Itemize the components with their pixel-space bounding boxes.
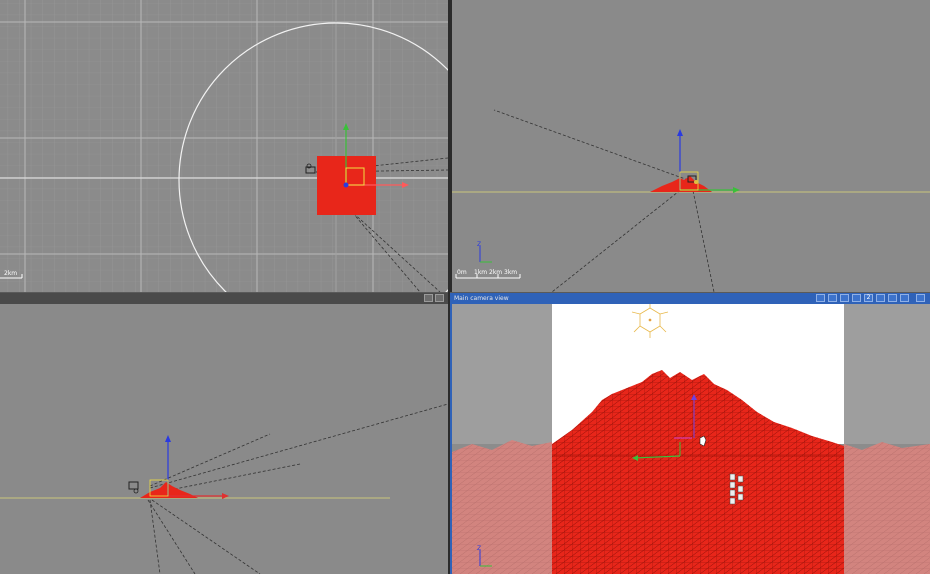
pin-icon[interactable] <box>916 294 925 302</box>
camera-frustum <box>147 403 448 574</box>
svg-text:Z: Z <box>477 545 481 552</box>
camera-view-title: Main camera view <box>454 295 509 302</box>
view-mode-icon[interactable] <box>816 294 825 302</box>
top-viewport-bar <box>0 292 448 304</box>
scale-label: 2km <box>4 270 17 277</box>
top-viewport[interactable]: 2km <box>0 0 448 292</box>
camera-select-icon[interactable] <box>828 294 837 302</box>
scale-label: 2km <box>489 269 502 276</box>
svg-text:Z: Z <box>477 241 481 248</box>
display-icon[interactable] <box>852 294 861 302</box>
camera-select-icon[interactable] <box>435 294 444 302</box>
camera-viewport-bar: Main camera view 2 <box>450 292 930 304</box>
render-area-icon[interactable] <box>840 294 849 302</box>
scale-label: 1km <box>474 269 487 276</box>
app-window: 2km Z 0m 1km 2km 3km Main camera view 2 … <box>0 0 930 574</box>
axis-indicator: Z <box>477 241 492 263</box>
camera-frustum <box>493 109 715 292</box>
side-viewport[interactable] <box>0 304 448 574</box>
side-viewport-canvas[interactable] <box>0 304 448 574</box>
scale-label: 3km <box>504 269 517 276</box>
next-icon[interactable] <box>888 294 897 302</box>
view-mode-icon[interactable] <box>424 294 433 302</box>
front-viewport[interactable]: Z 0m 1km 2km 3km <box>452 0 930 292</box>
expand-icon[interactable] <box>900 294 909 302</box>
top-viewport-canvas[interactable]: 2km <box>0 0 448 292</box>
prev-icon[interactable] <box>876 294 885 302</box>
front-viewport-canvas[interactable]: Z 0m 1km 2km 3km <box>452 0 930 292</box>
scale-label: 0m <box>457 269 467 276</box>
camera-icon[interactable] <box>128 481 139 494</box>
camera-viewport[interactable]: Z <box>450 304 930 574</box>
layer-number[interactable]: 2 <box>864 294 873 302</box>
camera-viewport-canvas[interactable]: Z <box>452 304 930 574</box>
